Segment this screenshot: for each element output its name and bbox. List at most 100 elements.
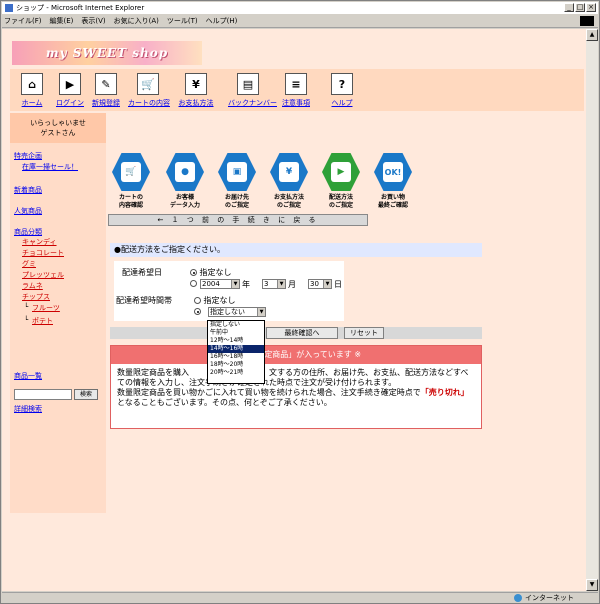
scroll-down-icon[interactable]: ▼ xyxy=(586,579,598,591)
step-customer-data[interactable]: ● お客様 データ入力 xyxy=(162,153,208,210)
day-value: 30 xyxy=(310,280,319,288)
vertical-scrollbar[interactable]: ▲ ▼ xyxy=(586,29,598,591)
dropdown-option[interactable]: 指定しない xyxy=(208,321,264,329)
minimize-button[interactable]: _ xyxy=(564,3,574,12)
menu-edit[interactable]: 編集(E) xyxy=(50,16,74,26)
help-icon: ? xyxy=(331,73,353,95)
reset-button[interactable]: リセット xyxy=(344,327,384,339)
nav-help[interactable]: ? ヘルプ xyxy=(322,73,362,108)
sidebar-popular[interactable]: 人気商品 xyxy=(14,206,42,216)
cart-icon: 🛒 xyxy=(121,162,141,182)
page-viewport: my SWEET shop ⌂ ホーム ▶ ログイン ✎ 新規登録 🛒 カートの… xyxy=(2,29,586,591)
delivery-form: 配達希望日 指定なし 2004 ▼ 年 3 ▼ 月 30 ▼ 日 配達希望時間帯 指定… xyxy=(114,261,344,321)
sidebar-sale[interactable]: 在庫一掃セール！ xyxy=(22,162,78,172)
nav-home[interactable]: ⌂ ホーム xyxy=(12,73,52,108)
nav-label: ヘルプ xyxy=(331,99,353,107)
step-label: データ入力 xyxy=(169,202,200,209)
menu-view[interactable]: 表示(V) xyxy=(81,16,105,26)
time-specify-radio[interactable] xyxy=(194,308,201,315)
register-icon: ✎ xyxy=(95,73,117,95)
tree-branch: └ xyxy=(24,303,29,311)
welcome-text: いらっしゃいませ xyxy=(30,119,86,127)
nav-backnumber[interactable]: ▤ バックナンバー xyxy=(228,73,277,108)
close-button[interactable]: × xyxy=(586,3,596,12)
step-final-confirm[interactable]: OK! お買い物 最終ご確認 xyxy=(370,153,416,210)
zone-label: インターネット xyxy=(525,594,574,602)
sidebar-new-items[interactable]: 新着商品 xyxy=(14,185,42,195)
box-icon: ▣ xyxy=(227,162,247,182)
dropdown-option[interactable]: 午前中 xyxy=(208,329,264,337)
sidebar-cat-ramune[interactable]: ラムネ xyxy=(22,281,43,291)
sidebar-advanced-search[interactable]: 詳細検索 xyxy=(14,404,42,414)
dropdown-option[interactable]: 18時〜20時 xyxy=(208,361,264,369)
sidebar-cat-pretzel[interactable]: プレッツェル xyxy=(22,270,64,280)
menu-file[interactable]: ファイル(F) xyxy=(4,16,42,26)
time-none-radio[interactable] xyxy=(194,297,201,304)
nav-label: ホーム xyxy=(21,99,43,107)
nav-label: カートの内容 xyxy=(128,99,170,107)
sidebar-sub-fruits[interactable]: フルーツ xyxy=(32,303,60,313)
time-dropdown-list[interactable]: 指定しない 午前中 12時〜14時 14時〜16時 16時〜18時 18時〜20… xyxy=(207,320,265,384)
step-cart-confirm[interactable]: 🛒 カートの 内容確認 xyxy=(108,153,154,210)
month-select[interactable]: 3 ▼ xyxy=(262,279,286,289)
year-select[interactable]: 2004 ▼ xyxy=(200,279,240,289)
sidebar-special[interactable]: 特売企画 xyxy=(14,151,42,161)
person-icon: ● xyxy=(175,162,195,182)
document-icon: ≡ xyxy=(285,73,307,95)
status-bar: インターネット xyxy=(2,592,598,603)
step-shipping[interactable]: ▶ 配送方法 のご指定 xyxy=(318,153,364,210)
sidebar-sub-potato[interactable]: ポテト xyxy=(32,316,53,326)
globe-icon xyxy=(514,594,522,602)
sidebar-cat-candy[interactable]: キャンディ xyxy=(22,237,57,247)
step-label: カートの xyxy=(118,194,143,201)
menu-bar: ファイル(F) 編集(E) 表示(V) お気に入り(A) ツール(T) ヘルプ(… xyxy=(2,15,598,28)
dropdown-option-selected[interactable]: 14時〜16時 xyxy=(208,345,264,353)
day-select[interactable]: 30 ▼ xyxy=(308,279,332,289)
sidebar-cat-gummy[interactable]: グミ xyxy=(22,259,36,269)
search-input[interactable] xyxy=(14,389,72,400)
search-button[interactable]: 検索 xyxy=(74,389,98,400)
step-payment[interactable]: ¥ お支払方法 のご指定 xyxy=(266,153,312,210)
date-specify-radio[interactable] xyxy=(190,280,197,287)
notice-body-2: 数量限定商品を買い物かごに入れて買い物を続けられた場合、注文手続き確定時点で「売… xyxy=(117,388,475,408)
date-none-radio[interactable] xyxy=(190,269,197,276)
payment-icon: ¥ xyxy=(185,73,207,95)
time-none-label: 指定なし xyxy=(203,296,236,305)
dropdown-option[interactable]: 20時〜21時 xyxy=(208,369,264,377)
confirm-button[interactable]: 最終確認へ xyxy=(266,327,338,339)
nav-label: ログイン xyxy=(56,99,84,107)
time-label: 配達希望時間帯 xyxy=(116,296,172,305)
step-delivery-address[interactable]: ▣ お届け先 のご指定 xyxy=(214,153,260,210)
nav-cart[interactable]: 🛒 カートの内容 xyxy=(128,73,170,108)
menu-favorites[interactable]: お気に入り(A) xyxy=(114,16,159,26)
nav-payment[interactable]: ¥ お支払方法 xyxy=(176,73,216,108)
step-label: お客様 xyxy=(175,194,194,201)
sidebar-cat-chips[interactable]: チップス xyxy=(22,292,50,302)
time-select[interactable]: 指定しない ▼ xyxy=(208,307,266,317)
maximize-button[interactable]: □ xyxy=(575,3,585,12)
title-bar: ショップ - Microsoft Internet Explorer _ □ × xyxy=(2,2,598,14)
year-unit: 年 xyxy=(242,280,250,289)
nav-register[interactable]: ✎ 新規登録 xyxy=(86,73,126,108)
menu-tools[interactable]: ツール(T) xyxy=(167,16,198,26)
date-none-option[interactable]: 指定なし xyxy=(190,267,232,278)
back-button[interactable]: ← １ つ 前 の 手 続 き に 戻 る xyxy=(108,214,368,226)
nav-notes[interactable]: ≡ 注意事項 xyxy=(276,73,316,108)
home-icon: ⌂ xyxy=(21,73,43,95)
shop-logo[interactable]: my SWEET shop xyxy=(12,41,202,65)
sidebar-all-products[interactable]: 商品一覧 xyxy=(14,371,42,381)
step-label: のご指定 xyxy=(224,202,249,209)
nav-label: お支払方法 xyxy=(178,99,214,107)
chevron-down-icon: ▼ xyxy=(257,308,265,316)
nav-login[interactable]: ▶ ログイン xyxy=(50,73,90,108)
time-none-option[interactable]: 指定なし xyxy=(194,295,236,306)
sidebar-category[interactable]: 商品分類 xyxy=(14,227,42,237)
sidebar-cat-chocolate[interactable]: チョコレート xyxy=(22,248,64,258)
card-icon: ¥ xyxy=(279,162,299,182)
scroll-up-icon[interactable]: ▲ xyxy=(586,29,598,41)
menu-help[interactable]: ヘルプ(H) xyxy=(206,16,238,26)
dropdown-option[interactable]: 12時〜14時 xyxy=(208,337,264,345)
guest-name: ゲストさん xyxy=(40,129,76,137)
notice-text: となることもございます。その点、何とぞご了承ください。 xyxy=(117,398,332,407)
dropdown-option[interactable]: 16時〜18時 xyxy=(208,353,264,361)
